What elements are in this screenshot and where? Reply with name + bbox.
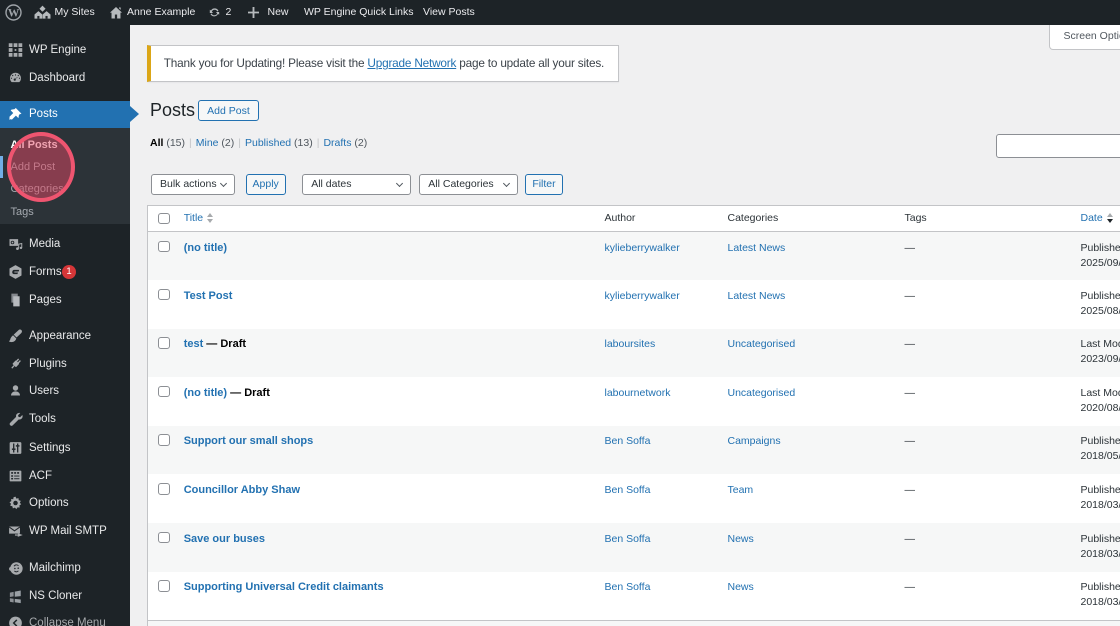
svg-text:W: W <box>8 8 20 20</box>
